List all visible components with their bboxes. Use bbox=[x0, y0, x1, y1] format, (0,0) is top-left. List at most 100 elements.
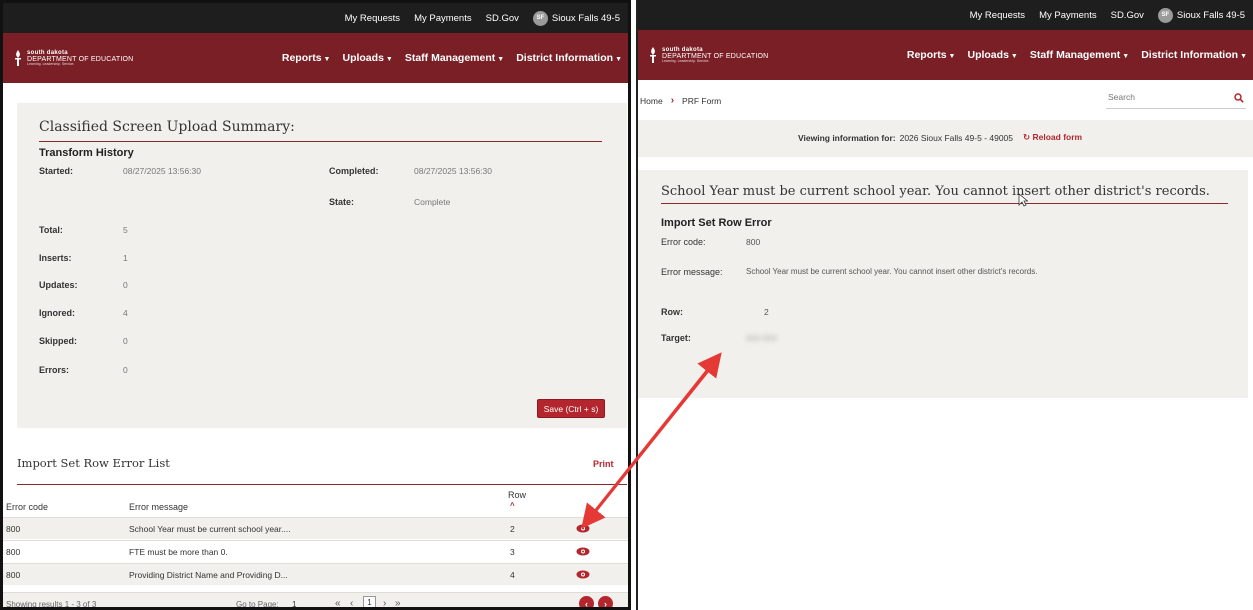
error-code-label: Error code: bbox=[661, 237, 706, 247]
divider bbox=[39, 141, 602, 142]
pagination-bar: Showing results 1 - 3 of 3 Go to Page: 1… bbox=[3, 592, 628, 609]
torch-icon bbox=[15, 50, 21, 66]
sort-ascending-icon[interactable]: ^ bbox=[510, 501, 515, 510]
state-label: State: bbox=[329, 197, 355, 207]
nav-staff-management[interactable]: Staff Management ▼ bbox=[1030, 49, 1129, 61]
import-set-row-error-heading: Import Set Row Error bbox=[661, 217, 772, 229]
nav-uploads[interactable]: Uploads ▼ bbox=[342, 52, 392, 64]
col-header-error-message[interactable]: Error message bbox=[129, 502, 188, 512]
col-header-error-code[interactable]: Error code bbox=[6, 502, 48, 512]
avatar: SF bbox=[1157, 7, 1173, 23]
target-value: 000 000 bbox=[746, 333, 777, 343]
viewing-label: Viewing information for: bbox=[798, 132, 896, 143]
row-value: 2 bbox=[764, 307, 769, 317]
nav-district-information[interactable]: District Information ▼ bbox=[1141, 49, 1247, 61]
view-eye-icon[interactable] bbox=[576, 570, 590, 579]
my-requests-link[interactable]: My Requests bbox=[970, 10, 1025, 21]
completed-value: 08/27/2025 13:56:30 bbox=[414, 166, 492, 176]
col-header-row[interactable]: Row bbox=[508, 490, 526, 500]
print-link[interactable]: Print bbox=[593, 459, 614, 469]
scroll-left-button[interactable]: ‹ bbox=[579, 596, 594, 607]
reload-form-label: Reload form bbox=[1032, 132, 1083, 142]
inserts-label: Inserts: bbox=[39, 253, 72, 263]
current-page-box[interactable]: 1 bbox=[363, 596, 376, 607]
goto-page-input[interactable]: 1 bbox=[292, 600, 296, 607]
user-menu[interactable]: SF Sioux Falls 49-5 bbox=[532, 10, 620, 26]
last-page-icon[interactable]: » bbox=[395, 598, 401, 607]
search-input[interactable] bbox=[1106, 92, 1221, 102]
next-page-icon[interactable]: › bbox=[383, 598, 386, 607]
my-requests-link[interactable]: My Requests bbox=[345, 13, 400, 24]
avatar: SF bbox=[532, 10, 548, 26]
view-eye-icon[interactable] bbox=[576, 547, 590, 556]
my-payments-link[interactable]: My Payments bbox=[1039, 10, 1097, 21]
view-eye-icon[interactable] bbox=[576, 524, 590, 533]
table-row[interactable]: 800 FTE must be more than 0. 3 bbox=[3, 540, 628, 562]
caret-down-icon: ▼ bbox=[497, 56, 505, 63]
table-row[interactable]: 800 School Year must be current school y… bbox=[3, 517, 628, 539]
error-heading: School Year must be current school year.… bbox=[661, 184, 1210, 199]
nav-uploads[interactable]: Uploads ▼ bbox=[967, 49, 1017, 61]
error-message-value: School Year must be current school year.… bbox=[746, 267, 1038, 276]
row-error-panel: School Year must be current school year.… bbox=[638, 170, 1248, 398]
error-code-cell: 800 bbox=[6, 524, 21, 534]
prev-page-icon[interactable]: ‹ bbox=[350, 598, 353, 607]
caret-down-icon: ▼ bbox=[1240, 53, 1247, 60]
nav-menu: Reports ▼ Uploads ▼ Staff Management ▼ Dist… bbox=[282, 52, 622, 64]
ignored-value: 4 bbox=[123, 308, 128, 318]
doe-logo[interactable]: south dakota DEPARTMENT OF EDUCATION Lea… bbox=[13, 50, 133, 67]
nav-uploads-label: Uploads bbox=[342, 52, 384, 64]
error-message-cell: Providing District Name and Providing D.… bbox=[129, 570, 288, 580]
scroll-right-button[interactable]: › bbox=[598, 596, 613, 607]
main-navbar: south dakota DEPARTMENT OF EDUCATION Lea… bbox=[3, 33, 628, 83]
logo-tagline: Learning. Leadership. Service. bbox=[27, 61, 75, 66]
nav-reports[interactable]: Reports ▼ bbox=[907, 49, 956, 61]
sd-gov-link[interactable]: SD.Gov bbox=[486, 13, 519, 24]
nav-staff-label: Staff Management bbox=[404, 52, 496, 64]
nav-staff-label: Staff Management bbox=[1029, 49, 1121, 61]
upload-summary-panel: Classified Screen Upload Summary: Transf… bbox=[17, 103, 627, 428]
errors-label: Errors: bbox=[39, 365, 70, 375]
inserts-value: 1 bbox=[123, 253, 128, 263]
nav-district-label: District Information bbox=[516, 52, 614, 64]
nav-district-information[interactable]: District Information ▼ bbox=[516, 52, 622, 64]
completed-label: Completed: bbox=[329, 166, 379, 176]
nav-reports-label: Reports bbox=[906, 49, 947, 61]
caret-down-icon: ▼ bbox=[948, 53, 956, 60]
viewing-value: 2026 Sioux Falls 49-5 - 49005 bbox=[899, 132, 1013, 143]
torch-icon bbox=[650, 47, 656, 63]
my-payments-link[interactable]: My Payments bbox=[414, 13, 472, 24]
sd-gov-link[interactable]: SD.Gov bbox=[1111, 10, 1144, 21]
error-code-value: 800 bbox=[746, 237, 761, 247]
started-value: 08/27/2025 13:56:30 bbox=[123, 166, 201, 176]
results-count: Showing results 1 - 3 of 3 bbox=[6, 600, 97, 609]
search-icon[interactable] bbox=[1234, 93, 1244, 103]
doe-logo[interactable]: south dakota DEPARTMENT OF EDUCATION Lea… bbox=[648, 47, 768, 64]
error-code-cell: 800 bbox=[6, 570, 21, 580]
summary-window: My Requests My Payments SD.Gov SF Sioux … bbox=[0, 0, 631, 610]
breadcrumb: Home › PRF Form bbox=[640, 95, 721, 106]
errors-value: 0 bbox=[123, 365, 128, 375]
viewing-info-bar: Viewing information for: 2026 Sioux Fall… bbox=[638, 120, 1253, 157]
total-value: 5 bbox=[123, 225, 128, 235]
nav-staff-management[interactable]: Staff Management ▼ bbox=[405, 52, 504, 64]
error-message-cell: FTE must be more than 0. bbox=[129, 547, 228, 557]
logo-tagline: Learning. Leadership. Service. bbox=[662, 58, 710, 63]
updates-value: 0 bbox=[123, 280, 128, 290]
table-row[interactable]: 800 Providing District Name and Providin… bbox=[3, 563, 628, 585]
summary-title: Classified Screen Upload Summary: bbox=[39, 119, 295, 135]
refresh-icon: ↻ bbox=[1023, 132, 1031, 142]
main-navbar: south dakota DEPARTMENT OF EDUCATION Lea… bbox=[638, 30, 1253, 80]
reload-form-link[interactable]: ↻ Reload form bbox=[1023, 132, 1082, 143]
save-button[interactable]: Save (Ctrl + s) bbox=[537, 399, 605, 418]
user-menu[interactable]: SF Sioux Falls 49-5 bbox=[1157, 7, 1245, 23]
mouse-cursor-icon bbox=[1018, 193, 1028, 207]
caret-down-icon: ▼ bbox=[385, 56, 393, 63]
transform-history-heading: Transform History bbox=[39, 147, 134, 159]
first-page-icon[interactable]: « bbox=[335, 598, 341, 607]
total-label: Total: bbox=[39, 225, 63, 235]
breadcrumb-home[interactable]: Home bbox=[640, 96, 663, 106]
nav-reports[interactable]: Reports ▼ bbox=[282, 52, 331, 64]
caret-down-icon: ▼ bbox=[1122, 53, 1130, 60]
caret-down-icon: ▼ bbox=[1010, 53, 1018, 60]
